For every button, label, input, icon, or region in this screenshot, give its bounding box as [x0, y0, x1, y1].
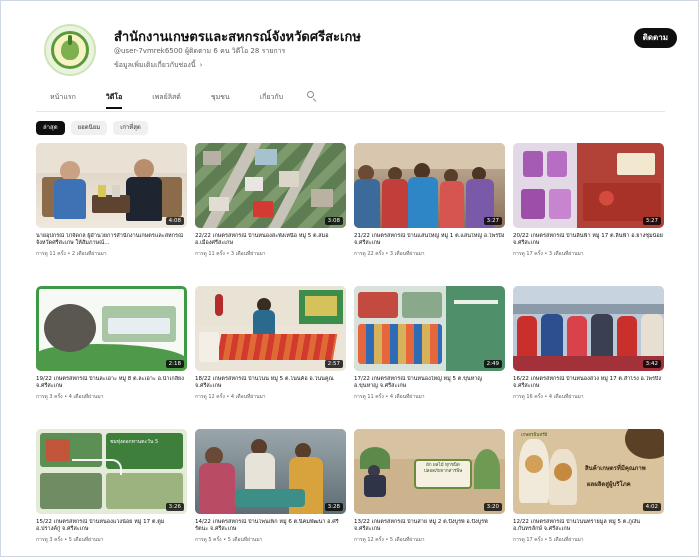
video-thumbnail[interactable]: 3:28 [195, 429, 346, 514]
video-thumbnail[interactable]: เกษตรอินทรีย์ สินค้าเกษตรที่มีคุณภาพ ผลผ… [513, 429, 664, 514]
chevron-right-icon: › [199, 61, 203, 69]
thumb-badge-text: เกษตรอินทรีย์ [521, 433, 548, 438]
sort-chips: ล่าสุด ยอดนิยม เก่าที่สุด [36, 121, 148, 135]
tab-playlists[interactable]: เพลย์ลิสต์ [152, 92, 181, 107]
video-title[interactable]: 16/22 เกษตรสหกรณ์ บ้านหนองสวง หมู่ 17 ต.… [513, 376, 664, 390]
channel-meta: @user-7vmrek6500 ผู้ติดตาม 6 คน วิดีโอ 2… [114, 47, 286, 55]
video-thumbnail[interactable]: 2:57 [195, 286, 346, 371]
channel-header: สำนักงานเกษตรและสหกรณ์จังหวัดศรีสะเกษ @u… [44, 20, 679, 80]
video-thumbnail[interactable]: 3:42 [513, 286, 664, 371]
video-meta: การดู 11 ครั้ง • 4 เดือนที่ผ่านมา [354, 394, 425, 400]
search-icon[interactable] [307, 91, 317, 102]
video-duration: 3:28 [324, 503, 343, 511]
video-duration: 3:08 [324, 217, 343, 225]
video-title[interactable]: 22/22 เกษตรสหกรณ์ บ้านหนองสะพังเหนือ หมู… [195, 233, 346, 247]
video-meta: การดู 3 ครั้ง • 4 เดือนที่ผ่านมา [36, 394, 104, 400]
thumb-headline: สินค้าเกษตรที่มีคุณภาพ [585, 465, 646, 472]
tabs-divider [36, 111, 665, 112]
video-thumbnail[interactable]: 3:08 [195, 143, 346, 228]
video-meta: การดู 11 ครั้ง • 2 เดือนที่ผ่านมา [36, 251, 107, 257]
thumb-subline: ผลผลิตสู่ผู้บริโภค [587, 481, 631, 488]
video-title[interactable]: 13/22 เกษตรสหกรณ์ บ้านสาย หมู่ 2 ต.บึงบู… [354, 519, 505, 533]
video-duration: 3:42 [642, 360, 661, 368]
video-thumbnail[interactable]: ชมทุ่งดอกทานตะวัน 5 3:26 [36, 429, 187, 514]
video-grid: 4:08 นายอุปกรณ์ ไก่จัดกล ผู้อำนวยการสำนั… [36, 143, 664, 548]
tab-community[interactable]: ชุมชน [211, 92, 230, 107]
video-card[interactable]: ผัก ผลไม้ ทุกชนิด ปลอดภัยจากสารพิษ 3:20 … [354, 429, 505, 548]
subscribe-button[interactable]: ติดตาม [633, 28, 677, 48]
video-card[interactable]: 3:08 22/22 เกษตรสหกรณ์ บ้านหนองสะพังเหนื… [195, 143, 346, 262]
video-duration: 3:26 [165, 503, 184, 511]
thumb-overlay-text: ชมทุ่งดอกทานตะวัน 5 [110, 439, 159, 445]
chip-latest[interactable]: ล่าสุด [36, 121, 65, 135]
video-title[interactable]: 20/22 เกษตรสหกรณ์ บ้านลิ้นฟ้า หมู่ 17 ต.… [513, 233, 664, 247]
video-title[interactable]: 21/22 เกษตรสหกรณ์ บ้านแสนใหญ่ หมู่ 1 ต.แ… [354, 233, 505, 247]
tab-videos[interactable]: วิดีโอ [105, 92, 123, 109]
tab-about[interactable]: เกี่ยวกับ [260, 92, 283, 107]
chip-popular[interactable]: ยอดนิยม [70, 121, 108, 135]
video-duration: 4:02 [642, 503, 661, 511]
chip-oldest[interactable]: เก่าที่สุด [113, 121, 148, 135]
video-card[interactable]: 2:18 19/22 เกษตรสหกรณ์ บ้านละเอาะ หมู่ 8… [36, 286, 187, 405]
video-title[interactable]: 12/22 เกษตรสหกรณ์ บ้านโนนทรายมูล หมู่ 5 … [513, 519, 664, 533]
video-card[interactable]: 3:27 20/22 เกษตรสหกรณ์ บ้านลิ้นฟ้า หมู่ … [513, 143, 664, 262]
video-duration: 2:57 [324, 360, 343, 368]
video-title[interactable]: 15/22 เกษตรสหกรณ์ บ้านหนองแวงน้อย หมู่ 1… [36, 519, 187, 533]
video-card[interactable]: 3:42 16/22 เกษตรสหกรณ์ บ้านหนองสวง หมู่ … [513, 286, 664, 405]
video-card[interactable]: เกษตรอินทรีย์ สินค้าเกษตรที่มีคุณภาพ ผลผ… [513, 429, 664, 548]
video-title[interactable]: 18/22 เกษตรสหกรณ์ บ้านโนน หมู่ 5 ต.โนนค้… [195, 376, 346, 390]
video-meta: การดู 5 ครั้ง • 5 เดือนที่ผ่านมา [195, 537, 263, 543]
video-meta: การดู 17 ครั้ง • 5 เดือนที่ผ่านมา [513, 537, 584, 543]
tab-home[interactable]: หน้าแรก [50, 92, 76, 107]
video-meta: การดู 12 ครั้ง • 5 เดือนที่ผ่านมา [354, 537, 425, 543]
video-card[interactable]: 3:27 21/22 เกษตรสหกรณ์ บ้านแสนใหญ่ หมู่ … [354, 143, 505, 262]
video-card[interactable]: 2:49 17/22 เกษตรสหกรณ์ บ้านหนองใหญ่ หมู่… [354, 286, 505, 405]
video-meta: การดู 11 ครั้ง • 3 เดือนที่ผ่านมา [195, 251, 266, 257]
video-duration: 3:20 [483, 503, 502, 511]
video-meta: การดู 16 ครั้ง • 4 เดือนที่ผ่านมา [513, 394, 584, 400]
video-thumbnail[interactable]: 4:08 [36, 143, 187, 228]
video-meta: การดู 22 ครั้ง • 3 เดือนที่ผ่านมา [354, 251, 425, 257]
video-card[interactable]: 4:08 นายอุปกรณ์ ไก่จัดกล ผู้อำนวยการสำนั… [36, 143, 187, 262]
search-handle [312, 98, 317, 102]
channel-avatar[interactable] [44, 24, 96, 76]
video-card[interactable]: 3:28 14/22 เกษตรสหกรณ์ บ้านโพนเพ็ก หมู่ … [195, 429, 346, 548]
video-title[interactable]: 19/22 เกษตรสหกรณ์ บ้านละเอาะ หมู่ 8 ต.ละ… [36, 376, 187, 390]
video-title[interactable]: 17/22 เกษตรสหกรณ์ บ้านหนองใหญ่ หมู่ 5 ต.… [354, 376, 505, 390]
channel-tabs: หน้าแรก วิดีโอ เพลย์ลิสต์ ชุมชน เกี่ยวกั… [50, 91, 317, 112]
video-thumbnail[interactable]: 3:27 [354, 143, 505, 228]
video-duration: 2:18 [165, 360, 184, 368]
video-duration: 2:49 [483, 360, 502, 368]
video-duration: 3:27 [642, 217, 661, 225]
video-thumbnail[interactable]: ผัก ผลไม้ ทุกชนิด ปลอดภัยจากสารพิษ 3:20 [354, 429, 505, 514]
video-title[interactable]: 14/22 เกษตรสหกรณ์ บ้านโพนเพ็ก หมู่ 6 ต.น… [195, 519, 346, 533]
channel-title: สำนักงานเกษตรและสหกรณ์จังหวัดศรีสะเกษ [114, 30, 361, 45]
video-duration: 3:27 [483, 217, 502, 225]
video-thumbnail[interactable]: 2:18 [36, 286, 187, 371]
channel-description[interactable]: ข้อมูลเพิ่มเติมเกี่ยวกับช่องนี้ › [114, 60, 202, 71]
video-card[interactable]: 2:57 18/22 เกษตรสหกรณ์ บ้านโนน หมู่ 5 ต.… [195, 286, 346, 405]
video-thumbnail[interactable]: 2:49 [354, 286, 505, 371]
video-title[interactable]: นายอุปกรณ์ ไก่จัดกล ผู้อำนวยการสำนักงานเ… [36, 233, 187, 247]
sprout-icon [68, 35, 72, 45]
video-meta: การดู 17 ครั้ง • 3 เดือนที่ผ่านมา [513, 251, 584, 257]
video-duration: 4:08 [165, 217, 184, 225]
video-thumbnail[interactable]: 3:27 [513, 143, 664, 228]
thumb-overlay-text: ผัก ผลไม้ ทุกชนิด ปลอดภัยจากสารพิษ [423, 463, 463, 474]
video-meta: การดู 3 ครั้ง • 5 เดือนที่ผ่านมา [36, 537, 104, 543]
video-card[interactable]: ชมทุ่งดอกทานตะวัน 5 3:26 15/22 เกษตรสหกร… [36, 429, 187, 548]
video-meta: การดู 12 ครั้ง • 4 เดือนที่ผ่านมา [195, 394, 266, 400]
channel-description-text: ข้อมูลเพิ่มเติมเกี่ยวกับช่องนี้ [114, 61, 196, 69]
